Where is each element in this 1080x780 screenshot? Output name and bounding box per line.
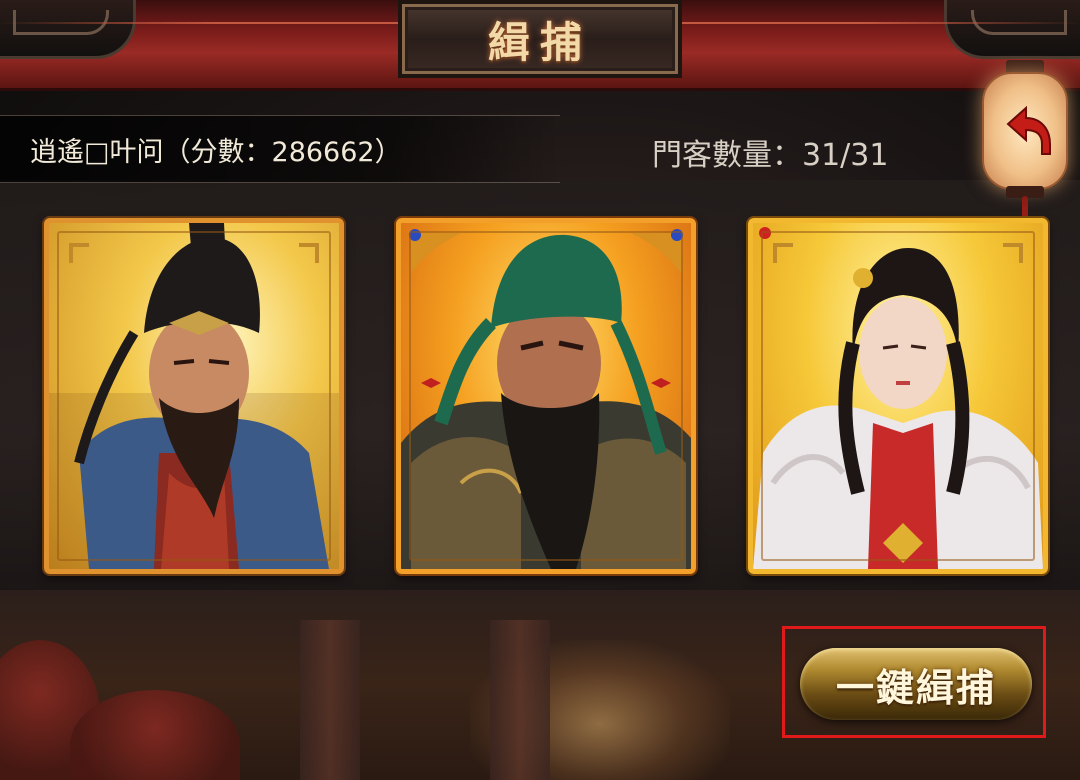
green-hat-general-portrait <box>401 229 691 569</box>
title-plaque: 緝捕 <box>398 0 682 78</box>
lady-portrait <box>753 227 1043 569</box>
arrest-screen: 緝捕 逍遙□叶问（分數：286662） 門客數量：31/31 一鍵緝捕 <box>0 0 1080 780</box>
retainer-count: 門客數量：31/31 <box>652 138 889 173</box>
background-pillar <box>300 620 360 780</box>
official-portrait <box>49 223 339 569</box>
header-ornament-right <box>944 0 1080 59</box>
arrest-all-button[interactable]: 一鍵緝捕 <box>800 648 1032 720</box>
retainer-card-3[interactable] <box>748 218 1048 574</box>
player-name-score: 逍遙□叶问（分數：286662） <box>30 137 402 168</box>
arrest-all-label: 一鍵緝捕 <box>835 664 996 710</box>
retainer-card-2[interactable] <box>396 218 696 574</box>
background-pillar <box>490 620 550 780</box>
retainer-card-1[interactable] <box>44 218 344 574</box>
page-title: 緝捕 <box>487 17 592 67</box>
header-ornament-left <box>0 0 136 59</box>
back-arrow-icon <box>1006 105 1051 155</box>
